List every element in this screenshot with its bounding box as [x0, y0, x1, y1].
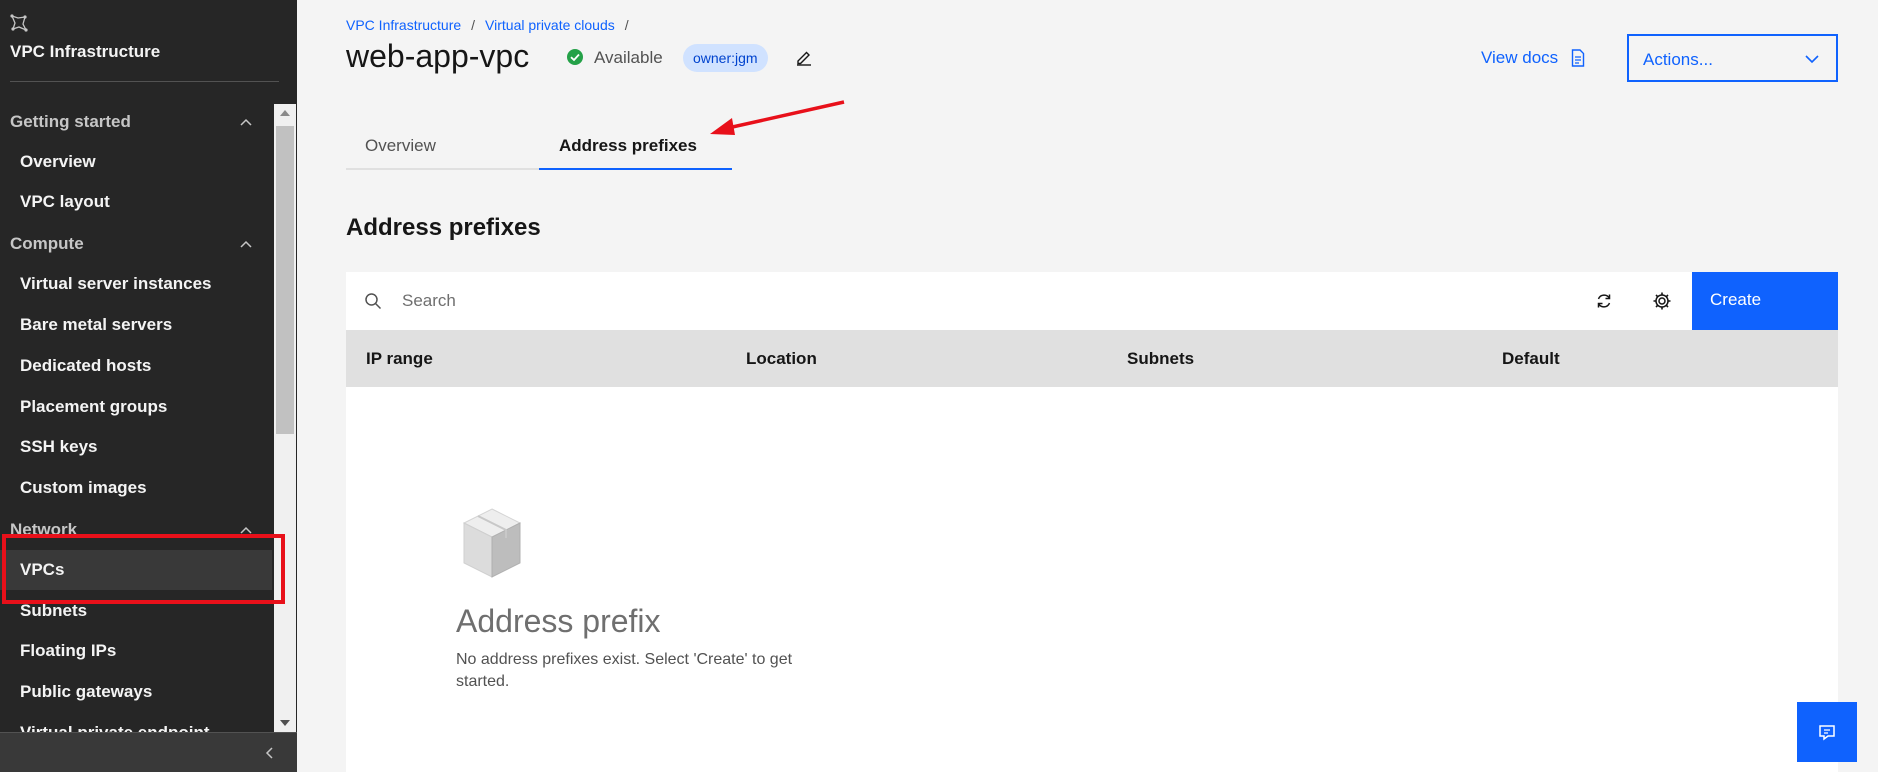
create-button-label: Create	[1710, 290, 1762, 309]
chat-icon	[1819, 725, 1835, 741]
app-logo-icon	[10, 14, 28, 32]
sidebar-footer	[0, 732, 297, 772]
edit-icon[interactable]	[795, 48, 813, 66]
sidebar-item-label: VPC layout	[20, 192, 110, 211]
search-input[interactable]	[402, 288, 1402, 314]
chevron-down-icon	[1805, 55, 1819, 64]
breadcrumb-separator: /	[624, 17, 629, 33]
page-title: web-app-vpc	[346, 38, 530, 74]
sidebar-scrollbar[interactable]	[274, 104, 296, 732]
sidebar-item-vpc-layout[interactable]: VPC layout	[0, 182, 272, 222]
tab-overview[interactable]: Overview	[346, 126, 539, 170]
refresh-icon[interactable]	[1594, 291, 1614, 311]
search-icon	[365, 293, 382, 310]
breadcrumb: VPC Infrastructure / Virtual private cloud…	[346, 17, 639, 33]
chevron-up-icon[interactable]	[240, 118, 252, 126]
sidebar-header: VPC Infrastructure	[0, 0, 297, 82]
annotation-arrow	[710, 100, 845, 135]
actions-dropdown[interactable]: Actions...	[1627, 34, 1838, 82]
breadcrumb-link-vpc-infrastructure[interactable]: VPC Infrastructure	[346, 17, 461, 33]
nav-category-compute[interactable]: Compute	[10, 234, 84, 254]
sidebar-item-overview[interactable]: Overview	[0, 142, 272, 182]
sidebar: VPC Infrastructure Getting started Overv…	[0, 0, 297, 772]
sidebar-item-label: Bare metal servers	[20, 315, 173, 334]
scroll-up-arrow[interactable]	[280, 110, 290, 116]
column-header-subnets[interactable]: Subnets	[1127, 349, 1194, 369]
sidebar-item-floating-ips[interactable]: Floating IPs	[0, 631, 272, 671]
sidebar-item-label: Placement groups	[20, 397, 168, 416]
scroll-down-arrow[interactable]	[280, 720, 290, 726]
sidebar-item-label: Virtual private endpoint	[20, 723, 210, 732]
tab-label: Address prefixes	[559, 136, 697, 155]
column-header-default[interactable]: Default	[1502, 349, 1560, 369]
document-icon[interactable]	[1571, 49, 1585, 67]
chat-button[interactable]	[1797, 702, 1857, 762]
sidebar-item-label: Virtual server instances	[20, 274, 212, 293]
sidebar-item-label: Custom images	[20, 478, 147, 497]
sidebar-item-virtual-private-endpoint[interactable]: Virtual private endpoint	[0, 713, 272, 732]
sidebar-divider	[10, 81, 279, 82]
sidebar-item-label: Dedicated hosts	[20, 356, 152, 375]
tab-label: Overview	[365, 136, 436, 155]
sidebar-item-dedicated-hosts[interactable]: Dedicated hosts	[0, 346, 272, 386]
owner-tag[interactable]: owner:jgm	[683, 44, 768, 72]
table-header: IP range Location Subnets Default	[346, 330, 1838, 387]
status-text: Available	[594, 48, 663, 67]
empty-box-icon	[462, 508, 522, 578]
chevron-up-icon[interactable]	[240, 526, 252, 534]
settings-icon[interactable]	[1652, 291, 1672, 311]
sidebar-item-label: Overview	[20, 152, 96, 171]
table-body-empty-state: Address prefix No address prefixes exist…	[346, 387, 1838, 772]
sidebar-item-virtual-server-instances[interactable]: Virtual server instances	[0, 264, 272, 304]
create-button[interactable]: Create	[1692, 272, 1838, 330]
sidebar-item-label: Floating IPs	[20, 641, 117, 660]
sidebar-item-bare-metal-servers[interactable]: Bare metal servers	[0, 305, 272, 345]
empty-state-title: Address prefix	[456, 603, 661, 639]
checkmark-filled-icon	[567, 49, 583, 65]
sidebar-nav: Getting started Overview VPC layout Comp…	[0, 100, 272, 732]
annotation-highlight-box	[2, 534, 285, 604]
sidebar-item-label: Subnets	[20, 601, 88, 620]
empty-state-description: No address prefixes exist. Select 'Creat…	[456, 651, 793, 690]
sidebar-item-label: Public gateways	[20, 682, 153, 701]
section-title: Address prefixes	[346, 214, 541, 241]
sidebar-item-custom-images[interactable]: Custom images	[0, 468, 272, 508]
view-docs-link[interactable]: View docs	[1481, 48, 1558, 68]
sidebar-item-label: SSH keys	[20, 437, 98, 456]
sidebar-item-public-gateways[interactable]: Public gateways	[0, 672, 272, 712]
nav-category-getting-started[interactable]: Getting started	[10, 112, 131, 132]
sidebar-item-ssh-keys[interactable]: SSH keys	[0, 427, 272, 467]
sidebar-item-placement-groups[interactable]: Placement groups	[0, 387, 272, 427]
column-header-ip-range[interactable]: IP range	[366, 349, 433, 369]
chevron-left-icon[interactable]	[262, 745, 278, 761]
scrollbar-thumb[interactable]	[276, 126, 294, 434]
breadcrumb-separator: /	[471, 17, 476, 33]
column-header-location[interactable]: Location	[746, 349, 817, 369]
table-toolbar: Create	[346, 272, 1838, 330]
sidebar-title: VPC Infrastructure	[10, 42, 161, 61]
tab-list: Overview Address prefixes	[346, 126, 732, 170]
actions-label: Actions...	[1643, 50, 1713, 69]
chevron-up-icon[interactable]	[240, 240, 252, 248]
breadcrumb-link-virtual-private-clouds[interactable]: Virtual private clouds	[485, 17, 615, 33]
